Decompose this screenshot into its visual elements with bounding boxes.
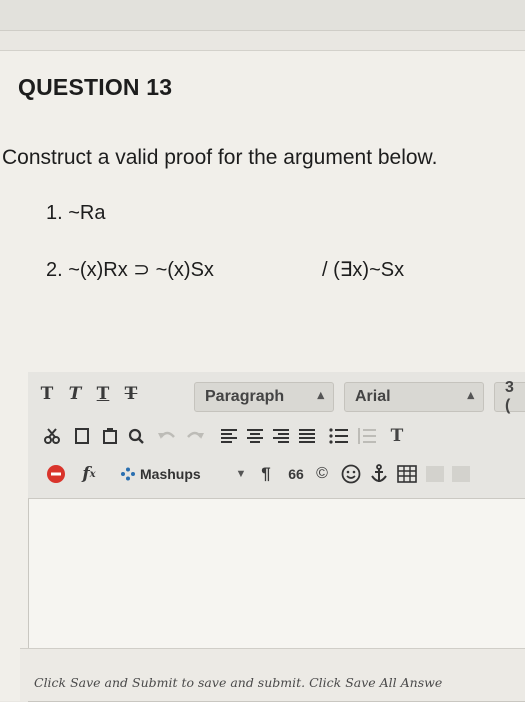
cut-icon[interactable] bbox=[40, 420, 64, 452]
table-icon[interactable] bbox=[394, 458, 420, 490]
save-instructions: Click Save and Submit to save and submit… bbox=[34, 675, 443, 690]
toolbar-row-1: T T T T Paragraph ▴ Arial ▴ 3 ( bbox=[28, 378, 525, 414]
spellcheck-icon[interactable] bbox=[44, 458, 68, 490]
justify-icon[interactable] bbox=[294, 420, 320, 452]
premise-1: 1. ~Ra bbox=[46, 202, 106, 225]
editor-toolbar: T T T T Paragraph ▴ Arial ▴ 3 (T f x Ma… bbox=[28, 372, 525, 499]
strikethrough-button[interactable]: T bbox=[118, 378, 144, 410]
table-properties-icon[interactable] bbox=[422, 458, 448, 490]
pilcrow-icon[interactable]: ¶ bbox=[254, 458, 278, 490]
emoticon-icon[interactable] bbox=[338, 458, 364, 490]
redo-icon[interactable] bbox=[182, 420, 208, 452]
bold-button[interactable]: T bbox=[34, 378, 60, 410]
align-center-icon[interactable] bbox=[242, 420, 268, 452]
size-select[interactable]: 3 ( bbox=[494, 379, 525, 414]
select-arrows-icon: ▴ bbox=[467, 387, 474, 402]
premise-number: 2. bbox=[46, 259, 63, 281]
paste-icon[interactable] bbox=[98, 420, 122, 452]
blockquote-icon[interactable]: 66 bbox=[284, 458, 308, 490]
table-row-icon[interactable] bbox=[448, 458, 474, 490]
anchor-icon[interactable] bbox=[366, 458, 392, 490]
chevron-down-icon[interactable]: ▼ bbox=[232, 458, 250, 490]
premise-text: ~Ra bbox=[68, 202, 106, 224]
premise-number: 1. bbox=[46, 202, 63, 224]
underline-button[interactable]: T bbox=[90, 378, 116, 410]
bulleted-list-icon[interactable] bbox=[326, 420, 352, 452]
size-select-label: 3 ( bbox=[505, 379, 514, 414]
math-formula-icon[interactable]: fx bbox=[74, 458, 104, 490]
copy-icon[interactable] bbox=[70, 420, 94, 452]
align-right-icon[interactable] bbox=[268, 420, 294, 452]
font-select[interactable]: Arial ▴ bbox=[344, 382, 484, 412]
premise-text: ~(x)Rx ⊃ ~(x)Sx bbox=[68, 259, 214, 281]
mashups-label: Mashups bbox=[140, 466, 201, 482]
copyright-icon[interactable]: © bbox=[310, 458, 334, 490]
question-prompt: Construct a valid proof for the argument… bbox=[2, 146, 438, 169]
italic-button[interactable]: T bbox=[62, 378, 88, 410]
clear-format-icon[interactable]: T bbox=[384, 420, 410, 452]
toolbar-row-3: fx Mashups ▼ ¶ 66 © bbox=[28, 458, 525, 494]
question-title: QUESTION 13 bbox=[18, 74, 173, 100]
conclusion: / (∃x)~Sx bbox=[322, 259, 405, 281]
undo-icon[interactable] bbox=[154, 420, 180, 452]
search-icon[interactable] bbox=[124, 420, 148, 452]
font-select-label: Arial bbox=[355, 388, 391, 405]
paragraph-select-label: Paragraph bbox=[205, 388, 285, 405]
footer-bar: Click Save and Submit to save and submit… bbox=[20, 648, 525, 701]
align-left-icon[interactable] bbox=[216, 420, 242, 452]
premise-2: 2. ~(x)Rx ⊃ ~(x)Sx bbox=[46, 257, 214, 282]
select-arrows-icon: ▴ bbox=[317, 387, 324, 402]
browser-top-band bbox=[0, 0, 525, 31]
mashups-menu[interactable]: Mashups bbox=[120, 458, 240, 490]
mashups-icon bbox=[121, 467, 135, 481]
numbered-list-icon[interactable] bbox=[354, 420, 380, 452]
toolbar-row-2: T bbox=[28, 420, 525, 456]
paragraph-select[interactable]: Paragraph ▴ bbox=[194, 382, 334, 412]
